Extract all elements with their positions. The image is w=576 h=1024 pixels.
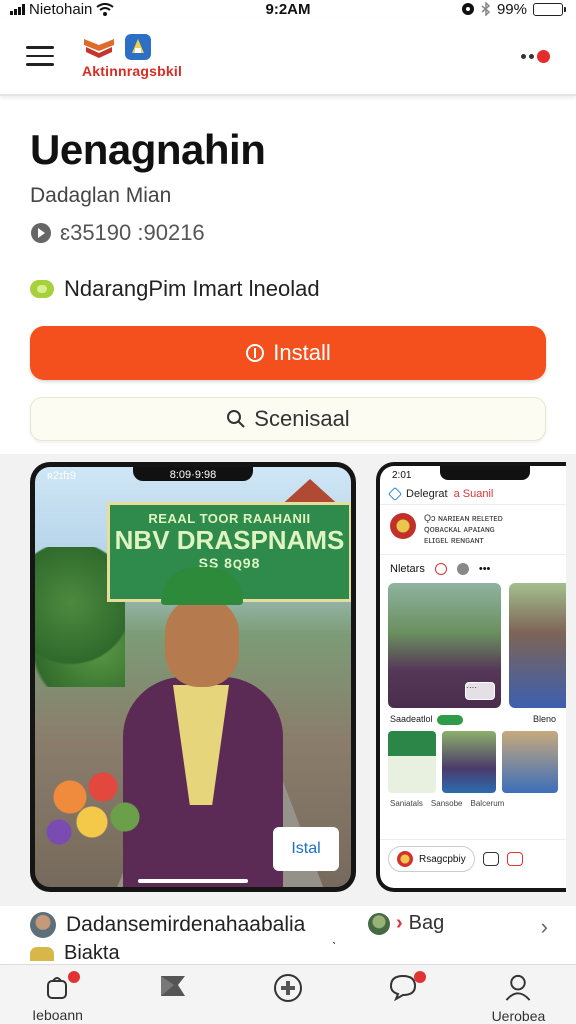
category-icon <box>30 946 54 961</box>
screenshot2-header-text: Delegrat <box>406 488 448 500</box>
row-right-label: Bleno <box>532 714 556 724</box>
chevron-logo-icon <box>84 39 114 58</box>
avatar <box>390 513 416 539</box>
chevron-right-icon[interactable]: › <box>541 914 548 940</box>
screenshot2-chip: Rsagcpbiy <box>388 846 475 872</box>
download-count-icon <box>31 223 51 243</box>
circle-icon <box>434 563 447 575</box>
battery-percent: 99% <box>496 0 527 18</box>
app-header: Aktinnragsbkil <box>0 18 576 96</box>
separator-mark: ˎ <box>332 928 337 944</box>
tag-icon <box>30 280 54 298</box>
related-item-2-label: Bag <box>408 912 445 934</box>
nav-item-add[interactable] <box>230 965 345 1024</box>
install-button[interactable]: Install <box>30 326 546 380</box>
profile-icon <box>506 974 531 1001</box>
banner-line-1: REAAL TOOR RAAHANII <box>148 511 311 526</box>
screenshot2-captions: Saniatals Sansobe Balcerum <box>380 797 566 810</box>
secondary-button[interactable]: Scenisaal <box>30 397 546 441</box>
chip-label: Rsagcpbiy <box>419 853 466 865</box>
carrier-label: Nietohain <box>29 0 93 18</box>
nav-label: Uerobea <box>491 1008 546 1024</box>
install-label: Install <box>273 340 331 365</box>
screenshot2-tab-label: Nletars <box>390 563 425 575</box>
status-time: 9:2AM <box>265 0 311 18</box>
nav-item-notifications[interactable]: Ieboann <box>0 965 115 1024</box>
row-left-label: Saadeatlol <box>390 714 433 724</box>
developer-name[interactable]: Dadaglan Mian <box>30 184 550 208</box>
related-item-1-sub-label: Biakta <box>64 942 120 964</box>
signal-icon <box>10 3 25 15</box>
app-title: Uenagnahin <box>30 126 266 173</box>
diamond-icon <box>387 486 403 502</box>
more-dots-icon: ••• <box>478 563 491 575</box>
screenshot-1[interactable]: REAAL TOOR RAAHANII NBV DRASPNAMS SS 8ꞯ9… <box>30 462 356 892</box>
profile-line-1: Ǫɔ ɴᴀʀɪᴇᴀɴ ʀᴇʟᴇᴛᴇᴅ <box>424 513 503 523</box>
nav-item-flag[interactable] <box>115 965 230 1024</box>
caption-2: Sansobe <box>430 798 463 808</box>
brand-logo[interactable]: Aktinnragsbkil <box>82 33 182 79</box>
profile-line-2: ꞯᴏʙᴀᴄᴋᴀʟ ᴀᴘᴀɪᴀɴɢ <box>424 524 495 534</box>
feed-image-button: ···· <box>465 682 496 700</box>
related-item-1-label: Dadansemirdenahaabalia <box>66 913 306 936</box>
avatar <box>30 912 56 938</box>
bottom-nav: Ieboann Uerobea <box>0 964 576 1024</box>
flower-bouquet <box>37 757 147 857</box>
related-item-1-sub: Biakta <box>30 942 120 965</box>
nav-label: Ieboann <box>32 1007 83 1023</box>
screenshot2-bottom-bar: Rsagcpbiy <box>380 839 566 878</box>
secondary-label: Scenisaal <box>254 406 350 431</box>
screenshot2-header-red: a Suanil <box>453 488 494 500</box>
profile-line-3: ᴇʟɪɢᴇʟ ʀᴇɴɢᴀɴᴛ <box>424 535 484 545</box>
ball-icon <box>397 851 413 867</box>
avatar <box>368 912 390 935</box>
screenshot-carousel[interactable]: REAAL TOOR RAAHANII NBV DRASPNAMS SS 8ꞯ9… <box>0 454 576 906</box>
screenshot2-row: Saadeatlol Bleno <box>380 708 566 727</box>
feed-image-2 <box>509 583 566 708</box>
app-meta: ɛ35190 :90216 <box>30 220 550 246</box>
screenshot2-profile: Ǫɔ ɴᴀʀɪᴇᴀɴ ʀᴇʟᴇᴛᴇᴅ ꞯᴏʙᴀᴄᴋᴀʟ ᴀᴘᴀɪᴀɴɢ ᴇʟɪɢ… <box>380 505 566 555</box>
search-icon <box>227 410 246 428</box>
app-tagline: NdarangPim Imart lneolad <box>30 276 550 302</box>
related-list-row: Dadansemirdenahaabalia Biakta ˎ › Bag › <box>0 906 576 964</box>
meta-text: ɛ35190 :90216 <box>60 220 205 245</box>
caption-1: Saniatals <box>390 798 423 808</box>
bluetooth-icon <box>481 2 491 16</box>
info-circle-icon <box>246 344 265 362</box>
record-icon <box>506 852 523 866</box>
banner-line-2: NBV DRASPNAMS <box>114 525 345 555</box>
screenshot-clock: 8:09·9:98 <box>169 469 217 481</box>
location-icon <box>461 3 474 15</box>
nav-item-chat[interactable] <box>346 965 461 1024</box>
red-arrow-icon: › <box>396 912 403 934</box>
screenshot-install-button[interactable]: Istal <box>273 827 339 871</box>
flag-icon <box>160 976 185 996</box>
clock-icon <box>456 563 469 575</box>
caption-3: Balcerum <box>470 798 505 808</box>
tagline-text: NdarangPim Imart lneolad <box>64 276 320 301</box>
chat-icon <box>482 852 499 866</box>
hamburger-menu-icon[interactable] <box>26 46 54 66</box>
screenshot2-tabs: Nletars ••• <box>380 555 566 583</box>
app-square-icon <box>125 34 151 60</box>
feed-image: ···· <box>388 583 502 708</box>
more-dots-icon[interactable] <box>521 49 550 63</box>
screenshot2-thumbs <box>380 727 566 797</box>
related-item-2[interactable]: › Bag <box>368 912 444 935</box>
plus-circle-icon <box>274 974 302 1002</box>
screenshot-2[interactable]: 2:01 Delegrat a Suanil Ǫɔ ɴᴀʀɪᴇᴀɴ ʀᴇʟᴇᴛᴇ… <box>376 462 566 892</box>
brand-name: Aktinnragsbkil <box>82 63 183 79</box>
status-bar: Nietohain 9:2AM 99% <box>0 0 576 18</box>
battery-icon <box>533 2 566 16</box>
wifi-icon <box>96 2 114 16</box>
nav-item-profile[interactable]: Uerobea <box>461 965 576 1024</box>
home-indicator <box>138 879 248 883</box>
screenshot2-header: Delegrat a Suanil <box>380 484 566 505</box>
app-info: Uenagnahin Dadaglan Mian ɛ35190 :90216 N… <box>30 96 550 302</box>
related-item-1[interactable]: Dadansemirdenahaabalia <box>30 912 305 938</box>
